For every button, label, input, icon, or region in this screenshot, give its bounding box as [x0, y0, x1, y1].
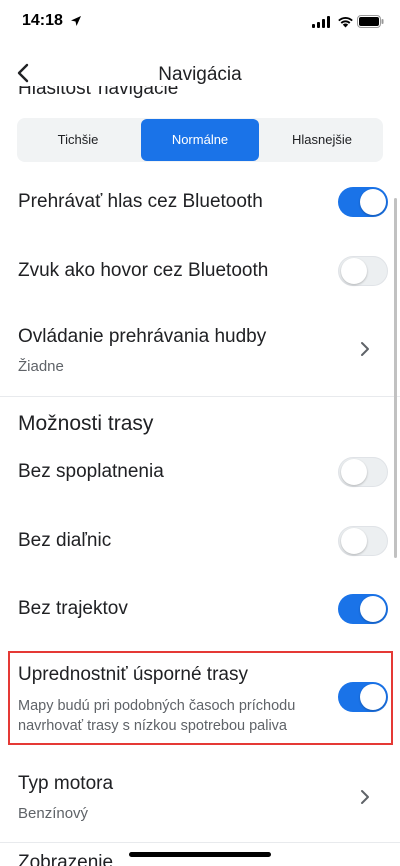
- music-control-label: Ovládanie prehrávania hudby: [18, 326, 267, 347]
- bluetooth-voice-label: Prehrávať hlas cez Bluetooth: [18, 191, 263, 212]
- avoid-tolls-label: Bez spoplatnenia: [18, 461, 164, 482]
- eco-routes-toggle[interactable]: [338, 682, 388, 712]
- bluetooth-voice-toggle[interactable]: [338, 187, 388, 217]
- toggle-knob: [360, 684, 386, 710]
- eco-routes-description: Mapy budú pri podobných časoch príchodu …: [18, 698, 296, 734]
- location-arrow-icon: [71, 16, 81, 26]
- engine-type-value: Benzínový: [18, 805, 89, 822]
- volume-segmented-control: Tichšie Normálne Hlasnejšie: [17, 118, 383, 162]
- status-bar: 14:18: [0, 0, 400, 46]
- cellular-signal-icon: [312, 16, 330, 28]
- display-heading: Zobrazenie: [18, 852, 114, 866]
- chevron-right-icon: [361, 342, 369, 356]
- bluetooth-call-toggle[interactable]: [338, 256, 388, 286]
- avoid-highways-label: Bez diaľnic: [18, 530, 112, 551]
- toggle-knob: [360, 596, 386, 622]
- battery-icon: [357, 15, 384, 28]
- toggle-knob: [341, 459, 367, 485]
- avoid-ferries-toggle[interactable]: [338, 594, 388, 624]
- home-indicator[interactable]: [129, 852, 271, 857]
- section-divider: [0, 396, 400, 397]
- eco-routes-label: Uprednostniť úsporné trasy: [18, 664, 248, 685]
- engine-type-label: Typ motora: [18, 773, 114, 794]
- toggle-knob: [341, 258, 367, 284]
- route-options-heading: Možnosti trasy: [18, 412, 154, 435]
- scrollbar[interactable]: [394, 198, 397, 558]
- status-time: 14:18: [22, 12, 63, 29]
- avoid-tolls-toggle[interactable]: [338, 457, 388, 487]
- avoid-highways-toggle[interactable]: [338, 526, 388, 556]
- bluetooth-call-label: Zvuk ako hovor cez Bluetooth: [18, 260, 269, 281]
- avoid-ferries-label: Bez trajektov: [18, 598, 128, 619]
- toggle-knob: [341, 528, 367, 554]
- music-control-value: Žiadne: [18, 358, 64, 375]
- navigation-volume-heading: Hlasitosť navigácie: [18, 86, 179, 99]
- page-title: Navigácia: [158, 64, 242, 85]
- toggle-knob: [360, 189, 386, 215]
- volume-quieter-option[interactable]: Tichšie: [17, 118, 139, 162]
- wifi-icon: [338, 17, 353, 28]
- volume-louder-option[interactable]: Hlasnejšie: [261, 118, 383, 162]
- section-divider: [0, 842, 400, 843]
- volume-normal-option[interactable]: Normálne: [141, 119, 259, 161]
- chevron-right-icon: [361, 790, 369, 804]
